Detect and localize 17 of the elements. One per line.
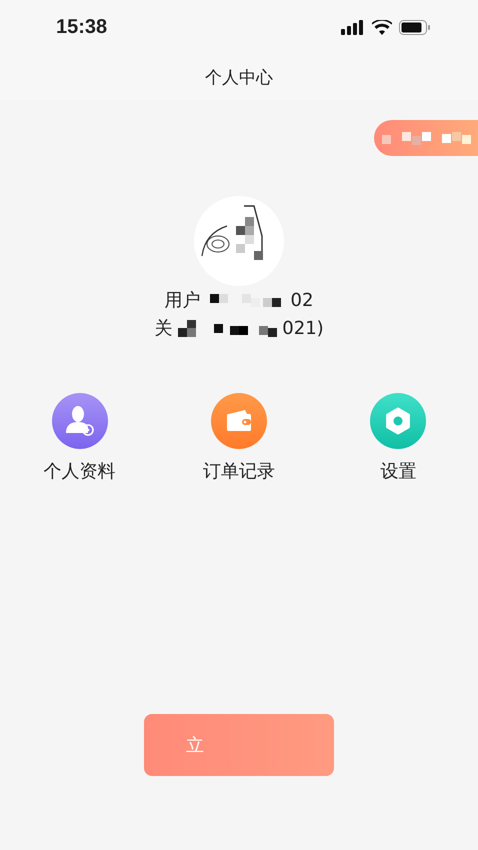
redaction-mosaic xyxy=(210,294,282,306)
menu-item[interactable]: 个人资料 xyxy=(0,392,160,484)
user-icon xyxy=(52,393,108,449)
user-detail: 关 xyxy=(154,317,172,340)
user-name-end: 02 xyxy=(290,290,314,310)
signal-icon xyxy=(341,20,365,35)
battery-icon xyxy=(399,20,430,35)
wallet-icon xyxy=(210,393,267,449)
settings-icon xyxy=(370,393,426,449)
user-name: 用户 xyxy=(164,289,201,312)
menu-item[interactable]: 订单记录 xyxy=(159,392,319,484)
status-time: 15:38 xyxy=(56,16,108,39)
menu-item[interactable]: 设置 xyxy=(318,392,478,484)
page-title: 个人中心 xyxy=(205,67,273,89)
wifi-icon xyxy=(372,20,392,35)
user-detail-end: 021) xyxy=(282,318,324,338)
badge[interactable] xyxy=(374,120,478,156)
